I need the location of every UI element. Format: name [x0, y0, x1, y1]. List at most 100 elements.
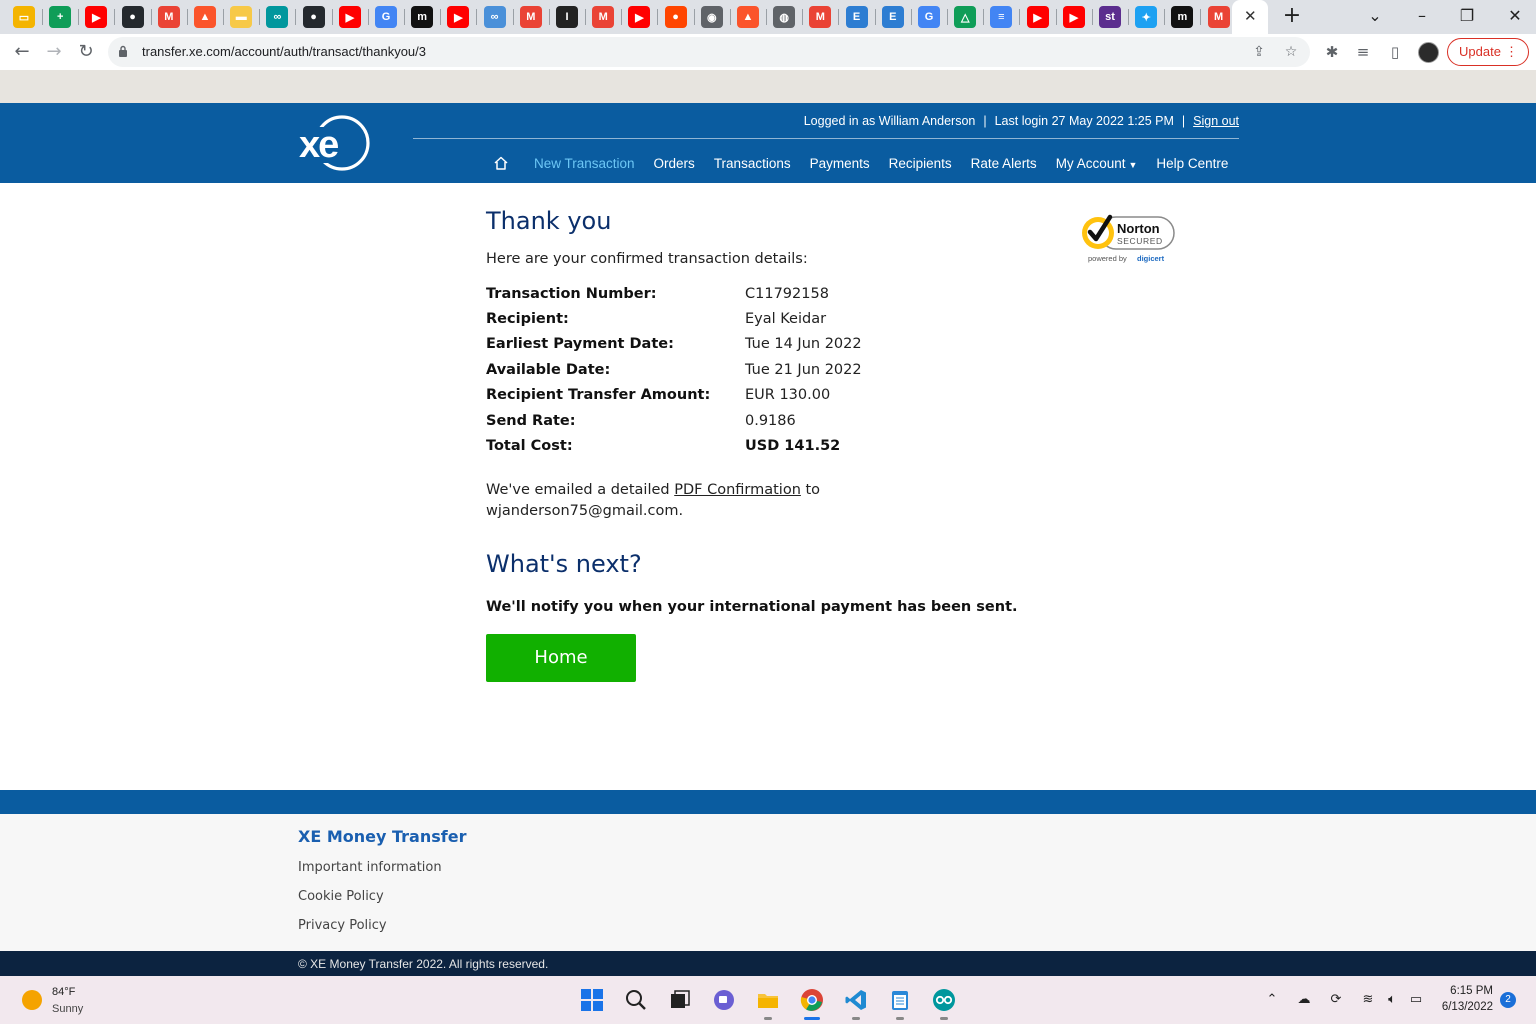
tab-favicon-glyph: E	[889, 11, 897, 23]
tab-search-icon[interactable]: ⌄	[1358, 4, 1392, 28]
teams-chat-icon[interactable]	[712, 988, 736, 1012]
notification-badge[interactable]: 2	[1500, 992, 1516, 1008]
tab-favicon-glyph: M	[598, 11, 608, 23]
extensions-puzzle-icon[interactable]: ✱	[1322, 42, 1342, 62]
sun-icon[interactable]	[22, 990, 42, 1010]
important-information-link[interactable]: Important information	[298, 860, 442, 875]
weather-temperature[interactable]: 84°F	[52, 986, 75, 998]
nav-recipients[interactable]: Recipients	[889, 156, 952, 171]
xe-logo[interactable]: xe	[298, 113, 374, 173]
vscode-icon[interactable]	[844, 988, 868, 1020]
back-arrow-icon[interactable]: ←	[10, 40, 34, 64]
clock-time[interactable]: 6:15 PM	[1450, 985, 1493, 997]
update-button[interactable]: Update ⋮	[1447, 38, 1529, 66]
reddit-icon[interactable]: ●	[664, 6, 687, 28]
document-icon[interactable]: E	[845, 6, 868, 28]
windows-start-icon[interactable]	[580, 988, 604, 1012]
reload-icon[interactable]: ↻	[74, 40, 98, 64]
medium-icon[interactable]: m	[1171, 6, 1194, 28]
bookmark-star-icon[interactable]: ☆	[1282, 43, 1300, 61]
home-icon[interactable]	[486, 155, 516, 171]
brave-icon[interactable]: ▲	[737, 6, 759, 28]
twitter-icon[interactable]: ✦	[1135, 6, 1158, 28]
youtube-icon[interactable]: ▶	[447, 6, 470, 28]
youtube-icon[interactable]: ▶	[1062, 6, 1085, 28]
chrome-icon[interactable]	[800, 988, 824, 1020]
battery-icon[interactable]: ▭	[1407, 991, 1425, 1009]
new-tab-button[interactable]: +	[1280, 4, 1304, 28]
tab-separator	[150, 9, 152, 25]
profile-avatar[interactable]	[1418, 42, 1439, 63]
restore-icon[interactable]: ❐	[1450, 4, 1484, 28]
google-drive-icon[interactable]: △	[954, 6, 977, 28]
github-icon[interactable]: ●	[121, 6, 144, 28]
tab-favicon-glyph: ▶	[1033, 11, 1042, 24]
kebab-menu-icon[interactable]: ⋮	[1505, 39, 1518, 65]
task-view-icon[interactable]	[668, 988, 692, 1012]
pdf-confirmation-link[interactable]: PDF Confirmation	[674, 482, 801, 498]
close-tab-icon[interactable]: ✕	[1244, 7, 1257, 25]
privacy-policy-link[interactable]: Privacy Policy	[298, 918, 387, 933]
google-sheets-icon[interactable]: +	[49, 6, 72, 28]
nav-help-centre[interactable]: Help Centre	[1156, 156, 1228, 171]
address-bar[interactable]: transfer.xe.com/account/auth/transact/th…	[108, 37, 1310, 67]
active-tab[interactable]: ✕	[1232, 0, 1268, 34]
chevron-up-icon[interactable]: ⌃	[1263, 991, 1281, 1009]
file-explorer-icon[interactable]	[756, 988, 780, 1020]
gmail-icon[interactable]: M	[809, 6, 832, 28]
google-icon[interactable]: G	[918, 6, 940, 28]
brave-icon[interactable]: ▲	[194, 6, 216, 28]
nav-orders[interactable]: Orders	[654, 156, 695, 171]
nav-new-transaction[interactable]: New Transaction	[534, 156, 635, 171]
home-button[interactable]: Home	[486, 633, 636, 682]
youtube-icon[interactable]: ▶	[628, 6, 651, 28]
clock-date[interactable]: 6/13/2022	[1442, 1001, 1493, 1013]
arduino-icon[interactable]: ∞	[266, 6, 289, 28]
detail-row: Send Rate: 0.9186	[486, 408, 862, 433]
gmail-icon[interactable]: M	[157, 6, 180, 28]
forward-arrow-icon[interactable]: →	[42, 40, 66, 64]
st-icon[interactable]: st	[1099, 6, 1121, 28]
github-icon[interactable]: ●	[302, 6, 325, 28]
tab-separator	[1055, 9, 1057, 25]
minimize-icon[interactable]: –	[1405, 4, 1439, 28]
youtube-icon[interactable]: ▶	[338, 6, 361, 28]
nav-payments[interactable]: Payments	[810, 156, 870, 171]
side-panel-icon[interactable]: ▯	[1385, 42, 1405, 62]
onedrive-cloud-icon[interactable]: ☁	[1295, 991, 1313, 1009]
google-docs-icon[interactable]: ≡	[990, 6, 1013, 28]
youtube-icon[interactable]: ▶	[1026, 6, 1049, 28]
youtube-icon[interactable]: ▶	[85, 6, 108, 28]
gmail-icon[interactable]: M	[592, 6, 615, 28]
window-close-icon[interactable]: ✕	[1498, 4, 1532, 28]
wifi-icon[interactable]: ≋	[1359, 991, 1377, 1009]
norton-secured-badge[interactable]: Norton SECURED powered by digicert	[1080, 211, 1178, 267]
nav-transactions[interactable]: Transactions	[714, 156, 791, 171]
url-text[interactable]: transfer.xe.com/account/auth/transact/th…	[142, 44, 426, 59]
arduino-icon[interactable]	[932, 988, 956, 1020]
nav-my-account[interactable]: My Account ▼	[1056, 156, 1138, 171]
sync-icon[interactable]: ⟳	[1327, 991, 1345, 1009]
weather-condition[interactable]: Sunny	[52, 1003, 83, 1015]
tab-favicon-glyph: M	[164, 11, 174, 23]
instapaper-icon[interactable]: I	[556, 6, 578, 28]
notepad-icon[interactable]	[888, 988, 912, 1020]
app-icon[interactable]: ∞	[483, 6, 506, 28]
globe-icon[interactable]: ◍	[773, 6, 796, 28]
gmail-icon[interactable]: M	[519, 6, 542, 28]
gmail-icon[interactable]: M	[1207, 6, 1230, 28]
google-icon[interactable]: G	[375, 6, 397, 28]
document-icon[interactable]: E	[881, 6, 904, 28]
google-slides-icon[interactable]: ▭	[13, 6, 35, 28]
sign-out-link[interactable]: Sign out	[1193, 114, 1239, 128]
folder-icon[interactable]: ▬	[230, 6, 253, 28]
nav-rate-alerts[interactable]: Rate Alerts	[971, 156, 1037, 171]
media-control-icon[interactable]: ≡	[1353, 42, 1373, 62]
chrome-icon[interactable]: ◉	[700, 6, 723, 28]
search-icon[interactable]	[624, 988, 648, 1012]
medium-icon[interactable]: m	[411, 6, 434, 28]
share-icon[interactable]: ⇪	[1250, 43, 1268, 61]
cookie-policy-link[interactable]: Cookie Policy	[298, 889, 384, 904]
volume-icon[interactable]: 🔈︎	[1383, 991, 1401, 1009]
caret-down-icon: ▼	[1128, 159, 1138, 170]
